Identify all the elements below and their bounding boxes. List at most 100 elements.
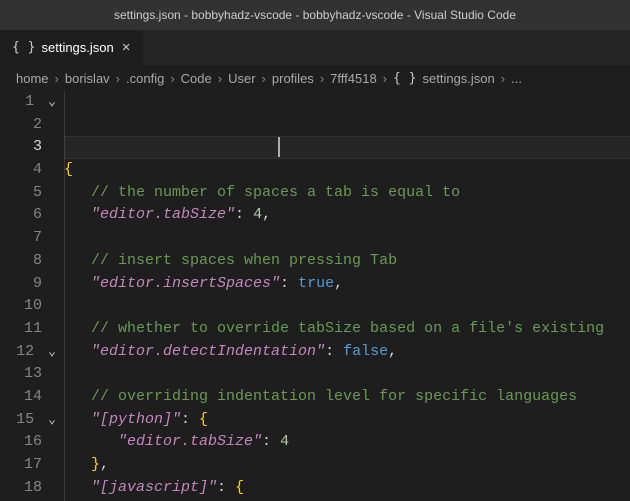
line-number[interactable]: 11 — [0, 318, 42, 341]
token-punct: : — [181, 411, 199, 428]
token-num: 4 — [253, 206, 262, 223]
token-comment: // the number of spaces a tab is equal t… — [91, 184, 460, 201]
code-line[interactable]: { — [64, 159, 630, 182]
code-line[interactable]: "editor.tabSize": 4 — [64, 431, 630, 454]
token-punct: : — [235, 206, 253, 223]
line-number[interactable]: 13 — [0, 363, 42, 386]
tab-settings-json[interactable]: { } settings.json × — [0, 30, 144, 65]
line-number[interactable]: 1 — [0, 91, 42, 114]
line-number[interactable]: 4 — [0, 159, 42, 182]
token-comment: // overriding indentation level for spec… — [91, 388, 577, 405]
token-plain — [64, 456, 91, 473]
line-number[interactable]: 6 — [0, 204, 42, 227]
token-brace: { — [199, 411, 208, 428]
token-punct: , — [334, 275, 343, 292]
token-num: 4 — [280, 433, 289, 450]
token-brace: { — [235, 479, 244, 496]
line-number[interactable]: 12 — [0, 341, 42, 364]
token-plain — [64, 433, 118, 450]
token-punct: , — [100, 456, 109, 473]
breadcrumb-file[interactable]: settings.json — [423, 71, 495, 86]
line-number[interactable]: 5 — [0, 182, 42, 205]
token-punct: : — [217, 479, 235, 496]
line-number[interactable]: 16 — [0, 431, 42, 454]
line-number[interactable]: 3 — [0, 136, 42, 159]
token-comment: // whether to override tabSize based on … — [91, 320, 604, 337]
code-line[interactable]: "[javascript]": { — [64, 477, 630, 500]
token-string: "editor.tabSize" — [118, 433, 262, 450]
code-line[interactable]: "[python]": { — [64, 409, 630, 432]
breadcrumb-separator: › — [320, 71, 324, 86]
line-number[interactable]: 17 — [0, 454, 42, 477]
breadcrumb-segment[interactable]: .config — [126, 71, 164, 86]
line-number[interactable]: 7 — [0, 227, 42, 250]
breadcrumb-segment[interactable]: home — [16, 71, 49, 86]
breadcrumb-segment[interactable]: User — [228, 71, 255, 86]
line-number[interactable]: 18 — [0, 477, 42, 500]
token-plain — [64, 388, 91, 405]
code-area[interactable]: { // the number of spaces a tab is equal… — [64, 91, 630, 501]
token-string: "editor.insertSpaces" — [91, 275, 280, 292]
window-title-bar: settings.json - bobbyhadz-vscode - bobby… — [0, 0, 630, 30]
breadcrumb-separator: › — [170, 71, 174, 86]
line-number[interactable]: 15 — [0, 409, 42, 432]
window-title: settings.json - bobbyhadz-vscode - bobby… — [114, 8, 516, 22]
code-line[interactable]: // overriding indentation level for spec… — [64, 386, 630, 409]
json-file-icon: { } — [393, 71, 416, 86]
line-number-gutter: 123456789101112131415161718 — [0, 91, 64, 501]
token-brace: { — [64, 161, 73, 178]
token-punct: , — [388, 343, 397, 360]
breadcrumb-segment[interactable]: Code — [181, 71, 212, 86]
token-plain — [64, 275, 91, 292]
breadcrumb-separator: › — [262, 71, 266, 86]
code-line[interactable] — [64, 363, 630, 386]
token-plain — [64, 320, 91, 337]
code-line[interactable]: "editor.detectIndentation": false, — [64, 341, 630, 364]
code-line[interactable]: // the number of spaces a tab is equal t… — [64, 182, 630, 205]
token-false: false — [343, 343, 388, 360]
code-line[interactable]: "editor.tabSize": 4, — [64, 204, 630, 227]
breadcrumb-separator: › — [55, 71, 59, 86]
active-line-highlight — [64, 136, 630, 159]
token-true: true — [298, 275, 334, 292]
token-plain — [64, 343, 91, 360]
text-cursor — [278, 137, 280, 157]
token-string: "editor.tabSize" — [91, 206, 235, 223]
tab-label: settings.json — [41, 40, 113, 55]
token-string: "[python]" — [91, 411, 181, 428]
code-line[interactable] — [64, 295, 630, 318]
line-number[interactable]: 9 — [0, 273, 42, 296]
breadcrumb-segment[interactable]: 7fff4518 — [330, 71, 377, 86]
code-line[interactable]: // insert spaces when pressing Tab — [64, 250, 630, 273]
code-line[interactable]: // whether to override tabSize based on … — [64, 318, 630, 341]
token-punct: : — [280, 275, 298, 292]
token-plain — [64, 411, 91, 428]
code-editor[interactable]: 123456789101112131415161718 { // the num… — [0, 91, 630, 501]
breadcrumb[interactable]: home › borislav › .config › Code › User › profiles… — [0, 65, 630, 91]
breadcrumb-segment[interactable]: profiles — [272, 71, 314, 86]
breadcrumb-segment[interactable]: borislav — [65, 71, 110, 86]
line-number[interactable]: 14 — [0, 386, 42, 409]
token-brace: } — [91, 456, 100, 473]
token-punct: : — [325, 343, 343, 360]
code-line[interactable]: "editor.insertSpaces": true, — [64, 273, 630, 296]
line-number[interactable]: 2 — [0, 114, 42, 137]
token-plain — [64, 184, 91, 201]
token-plain — [64, 252, 91, 269]
token-plain — [64, 206, 91, 223]
line-number[interactable]: 10 — [0, 295, 42, 318]
line-number[interactable]: 8 — [0, 250, 42, 273]
code-line[interactable] — [64, 227, 630, 250]
code-line[interactable]: }, — [64, 454, 630, 477]
breadcrumb-separator: › — [116, 71, 120, 86]
json-file-icon: { } — [12, 40, 35, 55]
token-punct: : — [262, 433, 280, 450]
breadcrumb-separator: › — [383, 71, 387, 86]
close-icon[interactable]: × — [120, 38, 133, 57]
token-plain — [64, 479, 91, 496]
tab-bar: { } settings.json × — [0, 30, 630, 65]
breadcrumb-separator: › — [218, 71, 222, 86]
breadcrumb-separator: › — [501, 71, 505, 86]
breadcrumb-more[interactable]: ... — [511, 71, 522, 86]
token-string: "editor.detectIndentation" — [91, 343, 325, 360]
